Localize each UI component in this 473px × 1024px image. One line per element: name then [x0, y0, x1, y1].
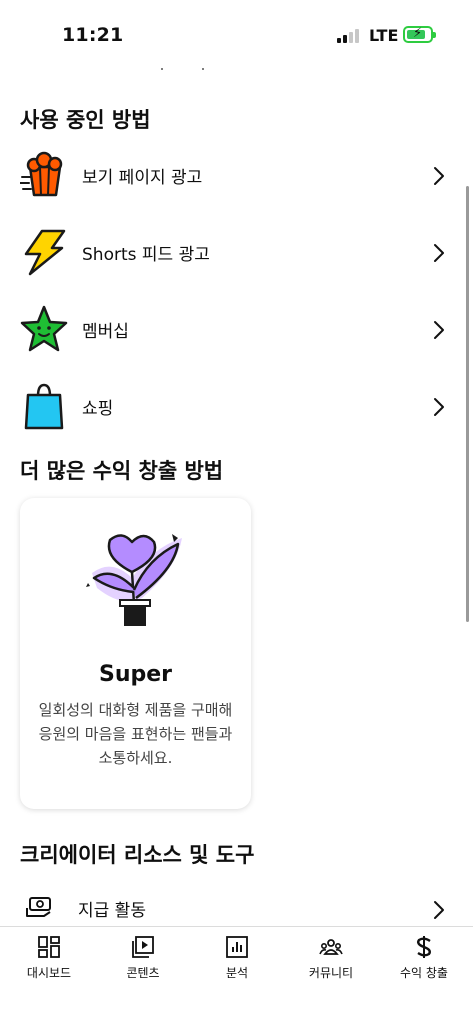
method-row-shorts-feed-ads[interactable]: Shorts 피드 광고: [0, 218, 473, 288]
tab-label: 대시보드: [26, 966, 72, 980]
tab-dashboard[interactable]: 대시보드: [2, 927, 96, 989]
section-title-more-methods: 더 많은 수익 창출 방법: [20, 459, 224, 483]
plant-heart-icon: [86, 534, 182, 626]
resource-row-payout-activity[interactable]: 지급 활동: [0, 876, 473, 926]
analytics-icon: [226, 936, 248, 958]
bottom-tab-bar: 대시보드 콘텐츠 분석 커뮤니티 수익 창출: [0, 926, 473, 1024]
method-label: 보기 페이지 광고: [82, 168, 203, 188]
section-title-active-methods: 사용 중인 방법: [20, 108, 151, 132]
super-card-title: Super: [98, 662, 173, 687]
super-card[interactable]: Super 일회성의 대화형 제품을 구매해 응원의 마음을 표현하는 팬들과 …: [20, 498, 251, 809]
shopping-bag-icon: [24, 383, 64, 430]
chevron-right-icon: [434, 244, 444, 262]
tab-analytics[interactable]: 분석: [190, 927, 284, 989]
method-label: 쇼핑: [82, 399, 114, 419]
tab-community[interactable]: 커뮤니티: [284, 927, 378, 989]
tab-earn[interactable]: 수익 창출: [377, 927, 471, 989]
method-row-shopping[interactable]: 쇼핑: [0, 372, 473, 442]
content-icon: [132, 936, 154, 958]
status-time: 11:21: [62, 24, 124, 46]
tab-label: 수익 창출: [400, 966, 448, 980]
method-row-memberships[interactable]: 멤버십: [0, 295, 473, 365]
chevron-right-icon: [434, 321, 444, 339]
battery-charging-icon: ⚡: [403, 26, 436, 43]
scrollbar[interactable]: [466, 186, 469, 622]
network-type: LTE: [369, 26, 399, 45]
community-icon: [319, 939, 343, 955]
tab-content[interactable]: 콘텐츠: [96, 927, 190, 989]
lightning-icon: [24, 229, 66, 276]
resource-label: 지급 활동: [78, 901, 146, 921]
star-icon: [20, 305, 68, 352]
dashboard-icon: [38, 936, 60, 958]
chevron-right-icon: [434, 398, 444, 416]
dollar-icon: [416, 936, 432, 958]
money-hand-icon: [26, 897, 51, 917]
popcorn-icon: [20, 151, 63, 197]
chevron-right-icon: [434, 901, 444, 919]
method-row-watch-page-ads[interactable]: 보기 페이지 광고: [0, 141, 473, 211]
tab-label: 분석: [225, 966, 249, 980]
tab-label: 콘텐츠: [126, 966, 160, 980]
method-label: Shorts 피드 광고: [82, 245, 210, 265]
section-title-creator-resources: 크리에이터 리소스 및 도구: [20, 843, 255, 867]
status-bar: 11:21 LTE ⚡: [0, 0, 473, 68]
tab-label: 커뮤니티: [308, 966, 354, 980]
super-card-description: 일회성의 대화형 제품을 구매해 응원의 마음을 표현하는 팬들과 소통하세요.: [38, 701, 233, 767]
signal-icon: [337, 29, 361, 43]
method-label: 멤버십: [82, 322, 129, 342]
scroll-fade-dots: [155, 66, 215, 72]
chevron-right-icon: [434, 167, 444, 185]
